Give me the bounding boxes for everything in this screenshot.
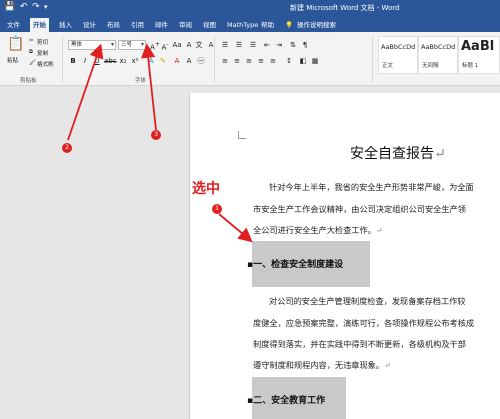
distributed-icon[interactable]: ≡ bbox=[268, 56, 278, 66]
bullets-icon[interactable]: ☰ bbox=[220, 40, 230, 50]
style-normal[interactable]: AaBbCcDd 正文 bbox=[378, 36, 418, 74]
style-heading-1[interactable]: AaBl 标题 1 bbox=[458, 36, 500, 74]
chevron-down-icon: ▾ bbox=[140, 41, 144, 48]
tab-file[interactable]: 文件 bbox=[4, 18, 23, 32]
select-annotation-label: 选中 bbox=[192, 181, 220, 197]
borders-icon[interactable]: ▦ bbox=[310, 56, 320, 66]
document-page[interactable]: 安全自查报告↵ 针对今年上半年，我省的安全生产形势非常严峻，为全面 市安全生产工… bbox=[189, 93, 500, 419]
paste-button[interactable]: 粘贴 bbox=[7, 56, 18, 64]
tab-mathtype[interactable]: MathType bbox=[224, 18, 261, 32]
paintbrush-icon: 🖌 bbox=[29, 60, 36, 66]
align-right-icon[interactable]: ≡ bbox=[244, 56, 254, 66]
change-case-button[interactable]: Aa bbox=[172, 40, 182, 50]
enclose-char-icon[interactable]: ㊀ bbox=[196, 56, 206, 66]
shrink-font-button[interactable]: A- bbox=[160, 40, 170, 51]
numbering-icon[interactable]: ☰ bbox=[234, 40, 244, 50]
paste-icon[interactable]: 📋 bbox=[7, 36, 24, 52]
ribbon-tabs: 文件 开始 插入 设计 布局 引用 邮件 审阅 视图 MathType 帮助 💡… bbox=[0, 16, 500, 32]
decrease-indent-icon[interactable]: ⇤ bbox=[262, 40, 272, 50]
undo-icon[interactable]: ↶ bbox=[20, 2, 28, 12]
increase-indent-icon[interactable]: ⇥ bbox=[274, 40, 284, 50]
heading-2[interactable]: ▪二、安全教育工作 bbox=[247, 393, 325, 406]
paragraph-line[interactable]: 市安全生产工作会议精神，由公司决定组织公司安全生产领 bbox=[253, 203, 466, 215]
group-divider bbox=[372, 36, 373, 82]
style-no-spacing[interactable]: AaBbCcDd 无间隔 bbox=[418, 36, 458, 74]
copy-button[interactable]: 复制 bbox=[37, 49, 48, 57]
tell-me-search[interactable]: 操作说明搜索 bbox=[294, 18, 339, 32]
tab-mailings[interactable]: 邮件 bbox=[152, 18, 171, 32]
format-painter-button[interactable]: 格式刷 bbox=[37, 60, 54, 68]
multilevel-list-icon[interactable]: ☰ bbox=[248, 40, 258, 50]
document-title[interactable]: 安全自查报告↵ bbox=[350, 143, 446, 163]
underline-button[interactable]: U bbox=[92, 56, 102, 66]
save-icon[interactable]: 💾 bbox=[4, 2, 15, 12]
paragraph-line[interactable]: 遵守制度和规程内容，无违章现象。↵ bbox=[253, 359, 391, 371]
tab-insert[interactable]: 插入 bbox=[56, 18, 75, 32]
italic-button[interactable]: I bbox=[80, 56, 90, 66]
line-spacing-icon[interactable]: ↕ bbox=[284, 56, 294, 66]
ribbon: 📋 粘贴 ✂ 剪切 ⧉ 复制 🖌 格式刷 剪贴板 黑体 ▾ 三号 ▾ A+ A- A… bbox=[0, 32, 500, 86]
margin-corner-mark bbox=[238, 131, 246, 139]
font-group-label: 字体 bbox=[135, 78, 147, 84]
font-color-icon[interactable]: A bbox=[172, 56, 182, 66]
cut-button[interactable]: 剪切 bbox=[37, 38, 48, 46]
font-name-select[interactable]: 黑体 ▾ bbox=[68, 40, 116, 50]
title-bar: 💾 ↶ ↷ ▾ 新建 Microsoft Word 文档 - Word bbox=[0, 0, 500, 16]
text-effects-icon[interactable]: A bbox=[146, 56, 156, 66]
align-left-icon[interactable]: ≡ bbox=[220, 56, 230, 66]
strikethrough-button[interactable]: abc bbox=[104, 56, 117, 66]
heading-1[interactable]: ▪一、检查安全制度建设 bbox=[247, 257, 343, 270]
char-shading-icon[interactable]: A bbox=[184, 56, 194, 66]
tab-help[interactable]: 帮助 bbox=[258, 18, 277, 32]
font-size-select[interactable]: 三号 ▾ bbox=[118, 40, 146, 50]
tab-review[interactable]: 审阅 bbox=[176, 18, 195, 32]
subscript-button[interactable]: x₂ bbox=[118, 56, 128, 66]
step-badge-1: 1 bbox=[212, 204, 222, 214]
chevron-down-icon[interactable]: ▾ bbox=[44, 3, 48, 11]
tab-design[interactable]: 设计 bbox=[80, 18, 99, 32]
sort-icon[interactable]: ⇅ bbox=[288, 40, 298, 50]
paragraph-line[interactable]: 度健全，应急预案完整，演练可行，各项操作规程公布考核成 bbox=[253, 317, 474, 329]
superscript-button[interactable]: x² bbox=[130, 56, 140, 66]
tab-layout[interactable]: 布局 bbox=[104, 18, 123, 32]
copy-icon: ⧉ bbox=[29, 49, 33, 55]
phonetic-guide-icon[interactable]: 文 bbox=[194, 40, 204, 50]
group-divider bbox=[214, 36, 215, 82]
grow-font-button[interactable]: A+ bbox=[150, 40, 160, 51]
paragraph-line[interactable]: 制度得到落实，并在实践中得到不断更新，各级机构及干部 bbox=[253, 338, 466, 350]
paragraph-line[interactable]: 对公司的安全生产管理制度检查，发现备案存档工作较 bbox=[269, 295, 466, 307]
shading-icon[interactable]: ◧ bbox=[298, 56, 308, 66]
align-center-icon[interactable]: ≡ bbox=[232, 56, 242, 66]
highlight-icon[interactable]: ✎ bbox=[158, 56, 168, 66]
window-title: 新建 Microsoft Word 文档 - Word bbox=[290, 4, 400, 12]
bold-button[interactable]: B bbox=[68, 56, 78, 66]
show-marks-icon[interactable]: ¶ bbox=[300, 40, 310, 50]
step-badge-2: 2 bbox=[62, 143, 72, 153]
chevron-down-icon: ▾ bbox=[110, 41, 114, 48]
paragraph-line[interactable]: 针对今年上半年，我省的安全生产形势非常严峻，为全面 bbox=[269, 181, 474, 193]
justify-icon[interactable]: ≡ bbox=[256, 56, 266, 66]
step-badge-3: 3 bbox=[151, 130, 161, 140]
paragraph-line[interactable]: 全公司进行安全生产大检查工作。↵ bbox=[253, 224, 383, 236]
clear-format-icon[interactable]: A bbox=[184, 40, 194, 50]
redo-icon[interactable]: ↷ bbox=[32, 2, 40, 12]
tab-references[interactable]: 引用 bbox=[128, 18, 147, 32]
scissors-icon: ✂ bbox=[29, 38, 34, 44]
clipboard-group-label: 剪贴板 bbox=[20, 78, 37, 84]
group-divider bbox=[62, 36, 63, 82]
tab-view[interactable]: 视图 bbox=[200, 18, 219, 32]
tab-home[interactable]: 开始 bbox=[30, 18, 49, 32]
